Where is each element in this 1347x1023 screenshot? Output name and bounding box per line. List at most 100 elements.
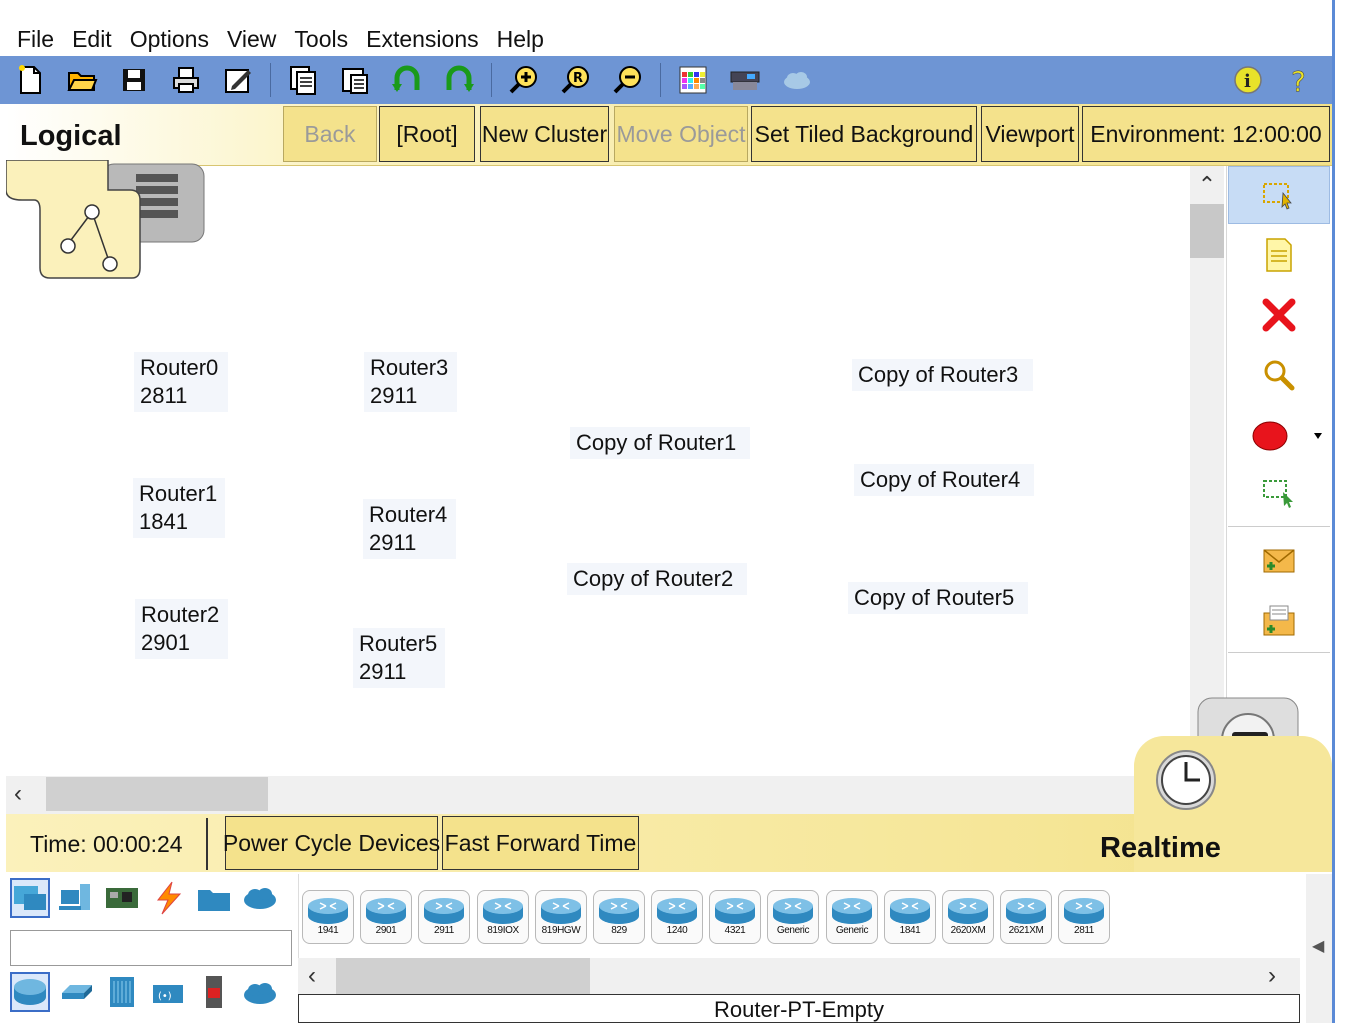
activity-wizard-icon[interactable] <box>218 60 258 100</box>
device-model-tile[interactable]: 2620XM <box>942 890 994 944</box>
switches-category-icon[interactable] <box>56 972 96 1012</box>
device-model-tile[interactable]: Generic <box>767 890 819 944</box>
device-model: 2911 <box>359 659 407 684</box>
zoom-in-icon[interactable] <box>504 60 544 100</box>
menu-tools[interactable]: Tools <box>285 26 357 53</box>
device-model-tile[interactable]: 2621XM <box>1000 890 1052 944</box>
new-cluster-button[interactable]: New Cluster <box>480 106 609 162</box>
components-category-icon[interactable] <box>102 878 142 918</box>
save-icon[interactable] <box>114 60 154 100</box>
device-model-tile[interactable]: 1941 <box>302 890 354 944</box>
device-model-tile[interactable]: 2911 <box>418 890 470 944</box>
power-cycle-devices-button[interactable]: Power Cycle Devices <box>223 816 440 870</box>
device-label-router2[interactable]: Router2 2901 <box>135 599 228 659</box>
new-file-icon[interactable] <box>10 60 50 100</box>
menu-extensions[interactable]: Extensions <box>357 26 488 53</box>
device-label-router4[interactable]: Router4 2911 <box>363 499 456 559</box>
main-toolbar: R i ? <box>0 56 1332 104</box>
zoom-reset-icon[interactable]: R <box>556 60 596 100</box>
network-devices-category-icon[interactable] <box>10 878 50 918</box>
palette-icon[interactable] <box>673 60 713 100</box>
scroll-left-icon[interactable]: ‹ <box>308 962 316 990</box>
wireless-devices-category-icon[interactable]: (•) <box>148 972 188 1012</box>
router-icon <box>1006 898 1046 924</box>
routers-category-icon[interactable] <box>10 972 50 1012</box>
device-label-router5[interactable]: Router5 2911 <box>353 628 445 688</box>
inspect-icon[interactable] <box>1228 346 1330 404</box>
help-icon[interactable]: ? <box>1280 60 1320 100</box>
menu-edit[interactable]: Edit <box>63 26 121 53</box>
add-simple-pdu-icon[interactable] <box>1228 532 1330 590</box>
connections-category-icon[interactable] <box>148 878 188 918</box>
wan-emulation-category-icon[interactable] <box>240 972 280 1012</box>
vertical-scroll-thumb[interactable] <box>1190 204 1224 258</box>
horizontal-scroll-thumb[interactable] <box>46 777 268 811</box>
device-model-tile[interactable]: 819HGW <box>535 890 587 944</box>
toolbar-separator <box>491 63 492 97</box>
router-icon <box>483 898 523 924</box>
device-label-copy-of-router1[interactable]: Copy of Router1 <box>570 427 750 459</box>
scroll-right-icon[interactable]: › <box>1268 962 1276 990</box>
device-model-tile[interactable]: 4321 <box>709 890 761 944</box>
end-devices-category-icon[interactable] <box>56 878 96 918</box>
back-button[interactable]: Back <box>283 106 377 162</box>
device-model-tile[interactable]: Generic <box>826 890 878 944</box>
device-label-copy-of-router4[interactable]: Copy of Router4 <box>854 464 1034 496</box>
cloud-icon[interactable] <box>777 60 817 100</box>
redo-icon[interactable] <box>439 60 479 100</box>
copy-icon[interactable] <box>283 60 323 100</box>
move-object-button[interactable]: Move Object <box>614 106 748 162</box>
draw-shape-icon[interactable] <box>1228 406 1330 464</box>
toolbar-separator <box>660 63 661 97</box>
custom-device-icon[interactable] <box>725 60 765 100</box>
paste-icon[interactable] <box>335 60 375 100</box>
device-model-tile[interactable]: 829 <box>593 890 645 944</box>
menu-view[interactable]: View <box>218 26 285 53</box>
note-icon[interactable] <box>1228 226 1330 284</box>
scroll-left-icon[interactable]: ‹ <box>14 780 22 808</box>
device-search-input[interactable] <box>10 930 292 966</box>
security-category-icon[interactable] <box>194 972 234 1012</box>
environment-button[interactable]: Environment: 12:00:00 <box>1082 106 1330 162</box>
delete-icon[interactable] <box>1228 286 1330 344</box>
device-name: Router2 <box>141 602 220 627</box>
device-label-copy-of-router2[interactable]: Copy of Router2 <box>567 563 747 595</box>
svg-text:?: ? <box>1291 65 1306 96</box>
device-model-tile[interactable]: 1841 <box>884 890 936 944</box>
collapse-left-icon[interactable]: ◀ <box>1312 936 1324 956</box>
hubs-category-icon[interactable] <box>102 972 142 1012</box>
device-label-copy-of-router3[interactable]: Copy of Router3 <box>852 359 1033 391</box>
device-label-router3[interactable]: Router3 2911 <box>364 352 457 412</box>
menu-help[interactable]: Help <box>488 26 553 53</box>
device-label-router1[interactable]: Router1 1841 <box>133 478 225 538</box>
resize-shape-icon[interactable] <box>1228 464 1330 522</box>
viewport-button[interactable]: Viewport <box>981 106 1079 162</box>
open-folder-icon[interactable] <box>62 60 102 100</box>
device-label-router0[interactable]: Router0 2811 <box>134 352 228 412</box>
device-model-tile[interactable]: 2901 <box>360 890 412 944</box>
device-model-label: 1240 <box>666 925 688 936</box>
multiuser-category-icon[interactable] <box>240 878 280 918</box>
select-tool-icon[interactable] <box>1228 166 1330 224</box>
miscellaneous-category-icon[interactable] <box>194 878 234 918</box>
zoom-out-icon[interactable] <box>608 60 648 100</box>
device-model-tile[interactable]: 819IOX <box>477 890 529 944</box>
device-name: Router4 <box>369 502 448 527</box>
device-model-label: 1841 <box>899 925 921 936</box>
device-label-copy-of-router5[interactable]: Copy of Router5 <box>848 582 1028 614</box>
undo-icon[interactable] <box>387 60 427 100</box>
set-tiled-background-button[interactable]: Set Tiled Background <box>751 106 977 162</box>
menu-file[interactable]: File <box>8 26 63 53</box>
logical-view-tab-icon[interactable] <box>6 160 206 280</box>
device-name: Copy of Router2 <box>573 566 734 591</box>
info-icon[interactable]: i <box>1228 60 1268 100</box>
add-complex-pdu-icon[interactable] <box>1228 592 1330 650</box>
print-icon[interactable] <box>166 60 206 100</box>
scroll-up-icon[interactable]: ⌃ <box>1190 172 1224 200</box>
menu-options[interactable]: Options <box>121 26 218 53</box>
fast-forward-time-button[interactable]: Fast Forward Time <box>442 816 639 870</box>
device-model-tile[interactable]: 2811 <box>1058 890 1110 944</box>
root-button[interactable]: [Root] <box>379 106 475 162</box>
device-list-scroll-thumb[interactable] <box>336 958 590 994</box>
device-model-tile[interactable]: 1240 <box>651 890 703 944</box>
